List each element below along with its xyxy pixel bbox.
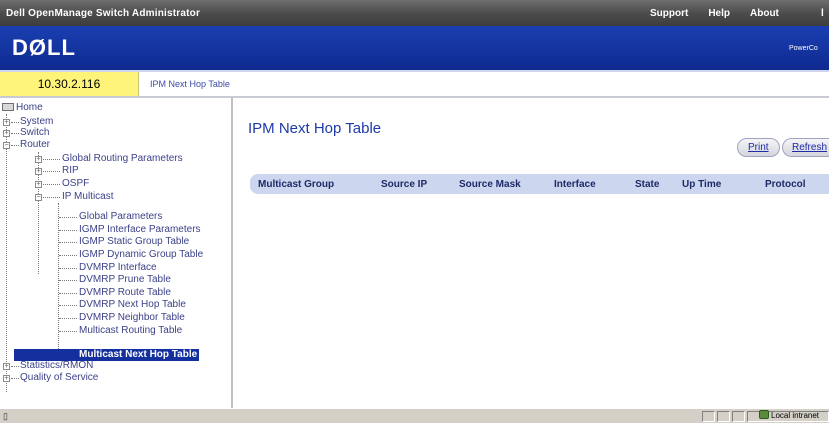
tree-item-rip[interactable]: RIP [62, 165, 79, 177]
address-bar: 10.30.2.116 IPM Next Hop Table [0, 70, 829, 98]
tree-item-igmp-interface[interactable]: IGMP Interface Parameters [79, 224, 201, 236]
status-cell [732, 411, 745, 422]
main-content: IPM Next Hop Table Print Refresh Multica… [235, 98, 829, 408]
tree-item-router[interactable]: Router [20, 139, 50, 151]
expand-icon[interactable]: + [35, 181, 42, 188]
column-header[interactable]: Up Time [682, 179, 721, 190]
tree-item-statistics[interactable]: Statistics/RMON [20, 360, 93, 372]
status-cell [702, 411, 715, 422]
page-title: IPM Next Hop Table [248, 120, 382, 137]
tree-item-ospf[interactable]: OSPF [62, 178, 89, 190]
tree-item-ip-multicast[interactable]: IP Multicast [62, 191, 114, 203]
product-name: PowerCo [789, 45, 818, 52]
intranet-icon [759, 410, 769, 419]
page-icon: ▯ [3, 411, 8, 421]
expand-icon[interactable]: + [3, 130, 10, 137]
breadcrumb: IPM Next Hop Table [150, 79, 230, 89]
dell-logo: DØLL [12, 35, 76, 60]
tree-item-igmp-static[interactable]: IGMP Static Group Table [79, 236, 189, 248]
tree-item-home[interactable]: Home [2, 102, 43, 114]
app-title: Dell OpenManage Switch Administrator [6, 8, 201, 19]
collapse-icon[interactable]: − [3, 142, 10, 149]
column-header[interactable]: State [635, 179, 659, 190]
tree-item-dvmrp-neighbor[interactable]: DVMRP Neighbor Table [79, 312, 185, 324]
expand-icon[interactable]: + [3, 119, 10, 126]
tree-item-dvmrp-next-hop[interactable]: DVMRP Next Hop Table [79, 299, 186, 311]
tree-item-switch[interactable]: Switch [20, 127, 49, 139]
support-link[interactable]: Support [650, 8, 688, 19]
tree-item-qos[interactable]: Quality of Service [20, 372, 98, 384]
tree-item-global-parameters[interactable]: Global Parameters [79, 211, 162, 223]
tree-connector [6, 114, 7, 392]
tree-item-dvmrp-interface[interactable]: DVMRP Interface [79, 262, 157, 274]
status-bar: ▯ Local intranet [0, 408, 829, 423]
tree-item-multicast-routing[interactable]: Multicast Routing Table [79, 325, 182, 337]
tree-item-dvmrp-prune[interactable]: DVMRP Prune Table [79, 274, 171, 286]
brand-banner: DØLL PowerCo [0, 26, 829, 70]
column-header[interactable]: Multicast Group [258, 179, 334, 190]
column-header[interactable]: Source Mask [459, 179, 521, 190]
expand-icon[interactable]: + [35, 156, 42, 163]
about-link[interactable]: About [750, 8, 779, 19]
security-zone: Local intranet [759, 410, 819, 420]
refresh-button[interactable]: Refresh [782, 138, 829, 157]
folder-icon [2, 103, 14, 111]
expand-icon[interactable]: + [3, 363, 10, 370]
column-header[interactable]: Protocol [765, 179, 806, 190]
print-button[interactable]: Print [737, 138, 780, 157]
collapse-icon[interactable]: − [35, 194, 42, 201]
tree-item-label: Multicast Next Hop Table [79, 349, 198, 360]
table-header: Multicast Group Source IP Source Mask In… [250, 174, 829, 194]
tree-item-dvmrp-route[interactable]: DVMRP Route Table [79, 287, 171, 299]
tree-item-igmp-dynamic[interactable]: IGMP Dynamic Group Table [79, 249, 203, 261]
truncated-link[interactable]: l [821, 8, 824, 19]
status-cell [717, 411, 730, 422]
column-header[interactable]: Source IP [381, 179, 427, 190]
help-link[interactable]: Help [708, 8, 730, 19]
navigation-tree: Home + System + Switch − Router + Global… [0, 98, 233, 408]
device-ip: 10.30.2.116 [0, 72, 139, 96]
expand-icon[interactable]: + [35, 168, 42, 175]
tree-item-global-routing[interactable]: Global Routing Parameters [62, 153, 183, 165]
top-menu-bar: Dell OpenManage Switch Administrator Sup… [0, 0, 829, 26]
expand-icon[interactable]: + [3, 375, 10, 382]
column-header[interactable]: Interface [554, 179, 596, 190]
top-links: Support Help About [650, 8, 779, 19]
